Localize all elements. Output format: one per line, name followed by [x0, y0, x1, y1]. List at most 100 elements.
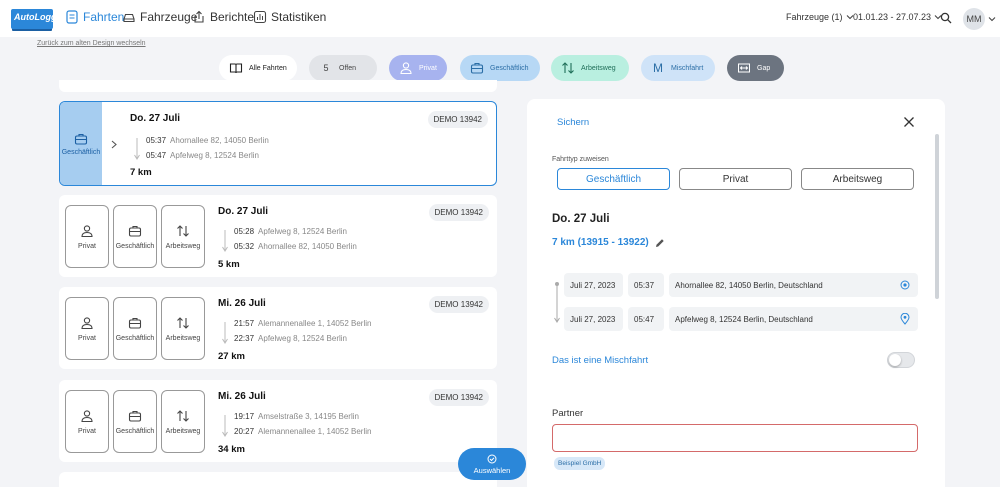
car-icon: [123, 13, 135, 23]
end-time-field[interactable]: 05:47: [628, 307, 664, 331]
person-icon: [81, 409, 93, 422]
nav-trips[interactable]: Fahrten: [65, 10, 124, 24]
trip-card[interactable]: Privat Geschäftlich Arbeitsweg Mi. 26 Ju…: [59, 287, 497, 369]
button-label: Arbeitsweg: [165, 427, 201, 435]
timeline-icon: [222, 322, 228, 344]
map-pin-icon[interactable]: [900, 313, 910, 325]
avatar[interactable]: MM: [963, 8, 985, 30]
select-button[interactable]: Auswählen: [458, 448, 526, 480]
briefcase-icon: [128, 225, 142, 237]
start-address: Ahornallee 82, 14050 Berlin: [170, 136, 269, 145]
pencil-icon[interactable]: [655, 238, 665, 248]
trip-card[interactable]: Privat Geschäftlich Arbeitsweg Mi. 26 Ju…: [59, 380, 497, 462]
trip-date: Mi. 26 Juli: [218, 298, 266, 309]
trip-type-private-button[interactable]: Privat: [65, 390, 109, 453]
end-address-field[interactable]: Apfelweg 8, 12524 Berlin, Deutschland: [669, 307, 918, 331]
trip-card-partial[interactable]: [59, 472, 497, 487]
mixed-letter-icon: M: [653, 61, 663, 75]
trip-type-business-button[interactable]: Geschäftlich: [113, 205, 157, 268]
book-icon: [229, 63, 243, 74]
old-design-link[interactable]: Zurück zum alten Design wechseln: [37, 40, 146, 47]
timeline-icon: [554, 282, 560, 323]
nav-trips-label: Fahrten: [83, 10, 125, 24]
save-button[interactable]: Sichern: [557, 117, 589, 128]
trip-type-business-button[interactable]: Geschäftlich: [113, 297, 157, 360]
trip-distance: 34 km: [218, 444, 245, 455]
chip-business[interactable]: Geschäftlich: [460, 55, 540, 81]
trip-end-row: 20:27 Alemannenallee 1, 14052 Berlin: [234, 427, 371, 436]
end-time: 05:32: [234, 242, 255, 251]
chip-mixed-label: Mischfahrt: [671, 64, 704, 72]
odometer-label: 7 km (13915 - 13922): [552, 237, 649, 248]
trip-type-commute-button[interactable]: Arbeitsweg: [161, 205, 205, 268]
start-time: 05:37: [146, 136, 167, 145]
date-range-dropdown[interactable]: 01.01.23 - 27.07.23: [853, 12, 942, 22]
trip-card-selected[interactable]: Geschäftlich Do. 27 Juli DEMO 13942 05:3…: [59, 101, 497, 186]
mixed-trip-toggle[interactable]: [887, 352, 915, 368]
location-target-icon[interactable]: [900, 280, 910, 290]
trip-distance: 27 km: [218, 351, 245, 362]
chip-gap[interactable]: Gap: [727, 55, 784, 81]
button-label: Geschäftlich: [115, 242, 155, 250]
chip-commute[interactable]: Arbeitsweg: [551, 55, 629, 81]
close-icon[interactable]: [903, 116, 915, 128]
chip-private[interactable]: Privat: [389, 55, 447, 81]
partner-suggestion-tag[interactable]: Beispiel GmbH: [554, 457, 606, 470]
nav-reports-label: Berichte: [210, 10, 255, 24]
chip-open[interactable]: 5 Offen: [309, 55, 377, 81]
trip-type-business-button[interactable]: Geschäftlich: [113, 390, 157, 453]
bar-chart-icon: [253, 10, 267, 24]
trip-end-row: 22:37 Apfelweg 8, 12524 Berlin: [234, 334, 347, 343]
briefcase-icon: [74, 133, 88, 145]
start-time-field[interactable]: 05:37: [628, 273, 664, 297]
assign-business-button[interactable]: Geschäftlich: [557, 168, 670, 190]
trip-type-business-selected[interactable]: Geschäftlich: [60, 102, 102, 185]
chip-all-trips[interactable]: Alle Fahrten: [219, 55, 297, 81]
start-address: Apfelweg 8, 12524 Berlin: [258, 227, 347, 236]
nav-vehicles[interactable]: Fahrzeuge: [122, 10, 197, 24]
trip-distance: 5 km: [218, 259, 240, 270]
person-icon: [400, 62, 412, 75]
autologg-logo[interactable]: AutoLogg: [11, 9, 56, 29]
trip-type-commute-button[interactable]: Arbeitsweg: [161, 297, 205, 360]
start-address-field[interactable]: Ahornallee 82, 14050 Berlin, Deutschland: [669, 273, 918, 297]
partner-input[interactable]: [552, 424, 918, 452]
start-date-field[interactable]: Juli 27, 2023: [564, 273, 623, 297]
scrollbar[interactable]: [935, 134, 939, 299]
nav-statistics[interactable]: Statistiken: [253, 10, 326, 24]
plate-badge: DEMO 13942: [427, 111, 488, 128]
start-time: 05:28: [234, 227, 255, 236]
assign-commute-button[interactable]: Arbeitsweg: [801, 168, 914, 190]
document-icon: [66, 10, 78, 24]
button-label: Privat: [78, 242, 96, 250]
search-icon[interactable]: [940, 12, 952, 24]
trip-type-private-button[interactable]: Privat: [65, 297, 109, 360]
trip-date: Mi. 26 Juli: [218, 391, 266, 402]
trip-type-label: Geschäftlich: [61, 148, 101, 156]
start-address: Amselstraße 3, 14195 Berlin: [258, 412, 359, 421]
button-label: Privat: [78, 334, 96, 342]
chevron-down-icon[interactable]: [988, 15, 996, 23]
assign-private-button[interactable]: Privat: [679, 168, 792, 190]
chip-open-label: Offen: [339, 64, 356, 72]
chevron-right-icon[interactable]: [110, 140, 118, 149]
briefcase-icon: [128, 410, 142, 422]
vehicle-filter-label: Fahrzeuge (1): [786, 12, 843, 22]
chip-mixed[interactable]: M Mischfahrt: [641, 55, 715, 81]
vehicle-filter-dropdown[interactable]: Fahrzeuge (1): [786, 12, 854, 22]
open-count-badge: 5: [323, 63, 329, 73]
end-date-field[interactable]: Juli 27, 2023: [564, 307, 623, 331]
person-icon: [81, 316, 93, 329]
chip-business-label: Geschäftlich: [490, 64, 529, 72]
trip-odometer: 7 km (13915 - 13922): [552, 237, 665, 248]
trip-card[interactable]: Privat Geschäftlich Arbeitsweg Do. 27 Ju…: [59, 195, 497, 277]
trip-start-row: 05:28 Apfelweg 8, 12524 Berlin: [234, 227, 347, 236]
nav-reports[interactable]: Berichte: [192, 10, 254, 24]
partner-label: Partner: [552, 408, 584, 419]
trip-date: Do. 27 Juli: [218, 206, 269, 217]
chip-gap-label: Gap: [757, 64, 771, 72]
trip-card-partial[interactable]: [59, 80, 497, 92]
trip-type-private-button[interactable]: Privat: [65, 205, 109, 268]
trip-type-commute-button[interactable]: Arbeitsweg: [161, 390, 205, 453]
check-circle-icon: [487, 454, 497, 463]
